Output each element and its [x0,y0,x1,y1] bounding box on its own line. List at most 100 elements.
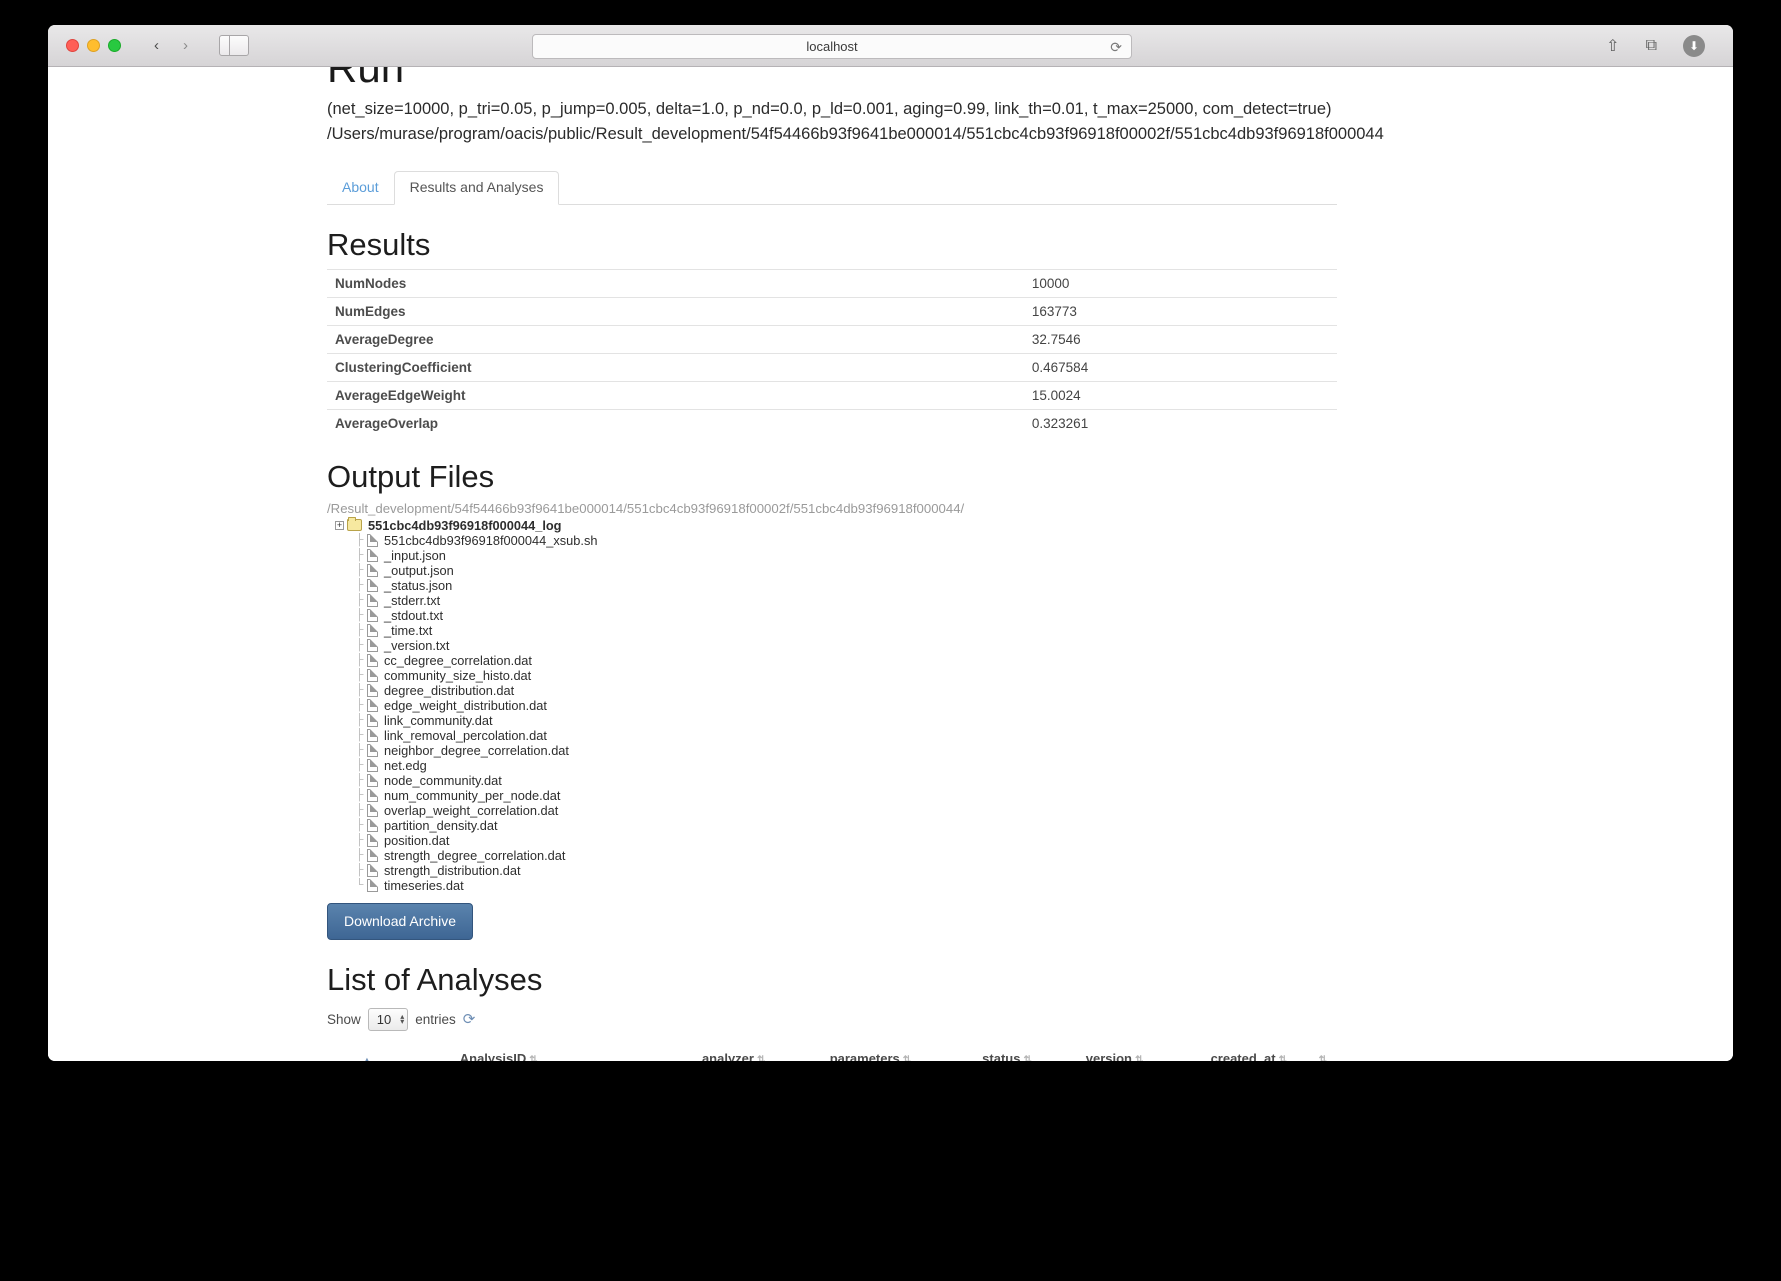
column-header-analyzer[interactable]: analyzer ⇅ [547,1044,776,1061]
tree-guide-icon: ├ [355,713,364,726]
column-header-version[interactable]: version ⇅ [1041,1044,1154,1061]
browser-titlebar: ‹ › localhost ⟳ ⇧ ⧉ ⬇ + [48,25,1733,67]
file-icon [367,638,378,652]
file-label: _input.json [384,547,446,563]
sort-asc-icon: ▲ [362,1054,372,1061]
chevron-updown-icon: ▴ ▾ [400,1012,405,1027]
tree-guide-icon: ├ [355,758,364,771]
file-tree-row[interactable]: ├ partition_density.dat [335,818,1337,833]
output-files-path: /Result_development/54f54466b93f9641be00… [327,500,965,516]
file-tree-row[interactable]: ├ edge_weight_distribution.dat [335,698,1337,713]
file-label: strength_distribution.dat [384,862,521,878]
file-icon [367,668,378,682]
forward-icon[interactable]: › [172,34,199,57]
file-tree-row[interactable]: ├ _version.txt [335,638,1337,653]
file-icon [367,608,378,622]
column-header-analysisid[interactable]: AnalysisID ⇅ [407,1044,548,1061]
file-label: link_removal_percolation.dat [384,727,547,743]
file-label: _version.txt [384,637,450,653]
file-icon [367,578,378,592]
file-tree-row[interactable]: ├ _stderr.txt [335,593,1337,608]
file-tree-row[interactable]: ├ 551cbc4db93f96918f000044_xsub.sh [335,533,1337,548]
file-tree-row[interactable]: ├ overlap_weight_correlation.dat [335,803,1337,818]
file-tree-row[interactable]: ├ node_community.dat [335,773,1337,788]
file-tree-row[interactable]: ├ strength_degree_correlation.dat [335,848,1337,863]
file-tree-row[interactable]: ├ num_community_per_node.dat [335,788,1337,803]
file-tree-row[interactable]: ├ strength_distribution.dat [335,863,1337,878]
file-tree-row[interactable]: ├ link_community.dat [335,713,1337,728]
refresh-icon[interactable]: ⟳ [463,1010,476,1028]
expand-folder-icon[interactable]: + [335,520,344,530]
file-tree-row[interactable]: ├ cc_degree_correlation.dat [335,653,1337,668]
file-tree-row[interactable]: ├ _status.json [335,578,1337,593]
file-tree-row[interactable]: ├ community_size_histo.dat [335,668,1337,683]
run-path-line: /Users/murase/program/oacis/public/Resul… [327,124,1384,143]
file-label: timeseries.dat [384,877,464,893]
tree-guide-icon: ├ [355,563,364,576]
tabs-icon[interactable]: ⧉ [1646,37,1657,55]
analyses-header-row: ▲ AnalysisID ⇅ analyzer ⇅ parameters ⇅ stat [327,1044,1337,1061]
file-tree-row[interactable]: ├ neighbor_degree_correlation.dat [335,743,1337,758]
file-icon [367,563,378,577]
back-icon[interactable]: ‹ [143,34,170,57]
file-icon [367,863,378,877]
browser-window: ‹ › localhost ⟳ ⇧ ⧉ ⬇ + Run (net_size=10… [48,25,1733,1061]
file-label: strength_degree_correlation.dat [384,847,566,863]
file-label: position.dat [384,832,450,848]
result-value: 0.467584 [1023,352,1337,382]
file-tree-row[interactable]: ├ _input.json [335,548,1337,563]
results-heading: Results [327,226,431,262]
result-value: 10000 [1023,268,1337,298]
download-archive-button[interactable]: Download Archive [327,902,474,940]
tree-guide-icon: ├ [355,533,364,546]
file-label: neighbor_degree_correlation.dat [384,742,569,758]
table-row: AverageOverlap 0.323261 [327,408,1337,437]
tree-guide-icon: ├ [355,728,364,741]
result-key: ClusteringCoefficient [327,352,1024,382]
address-bar[interactable]: localhost ⟳ [532,34,1132,59]
file-label: num_community_per_node.dat [384,787,561,803]
share-icon[interactable]: ⇧ [1606,36,1619,56]
file-tree-row[interactable]: ├ _time.txt [335,623,1337,638]
column-header-status[interactable]: status ⇅ [921,1044,1042,1061]
column-header-delete[interactable]: ⇅ [1297,1044,1337,1061]
downloads-icon[interactable]: ⬇ [1683,34,1705,57]
file-icon [367,653,378,667]
reload-icon[interactable]: ⟳ [1110,39,1122,56]
maximize-window-button[interactable] [108,39,121,52]
column-header-parameters[interactable]: parameters ⇅ [775,1044,922,1061]
file-tree-row[interactable]: └ timeseries.dat [335,878,1337,893]
result-key: AverageOverlap [327,408,1024,437]
file-tree-row[interactable]: ├ degree_distribution.dat [335,683,1337,698]
file-label: _stderr.txt [384,592,441,608]
file-icon [367,698,378,712]
sort-icon: ⇅ [756,1054,766,1061]
file-label: _stdout.txt [384,607,444,623]
column-header-created-at[interactable]: created_at ⇅ [1153,1044,1297,1061]
folder-label: 551cbc4db93f96918f000044_log [368,517,562,533]
tab-about[interactable]: About [327,172,394,204]
results-table: NumNodes 10000 NumEdges 163773 AverageDe… [327,268,1337,437]
file-icon [367,833,378,847]
file-tree-folder-row[interactable]: + 551cbc4db93f96918f000044_log [335,517,1337,533]
page-title: Run [327,67,405,91]
minimize-window-button[interactable] [87,39,100,52]
file-tree-row[interactable]: ├ net.edg [335,758,1337,773]
page-size-select[interactable]: 10 ▴ ▾ [367,1007,409,1031]
table-row: NumNodes 10000 [327,268,1337,298]
file-tree-row[interactable]: ├ _stdout.txt [335,608,1337,623]
close-window-button[interactable] [66,39,79,52]
sidebar-toggle-icon[interactable] [219,35,249,56]
file-label: cc_degree_correlation.dat [384,652,532,668]
file-icon [367,788,378,802]
file-tree-row[interactable]: ├ link_removal_percolation.dat [335,728,1337,743]
table-row: AverageDegree 32.7546 [327,324,1337,354]
output-files-heading: Output Files [327,458,495,494]
file-icon [367,713,378,727]
tab-results-and-analyses[interactable]: Results and Analyses [393,170,560,205]
file-tree-row[interactable]: ├ _output.json [335,563,1337,578]
file-tree-row[interactable]: ├ position.dat [335,833,1337,848]
page-content: Run (net_size=10000, p_tri=0.05, p_jump=… [327,67,1384,1061]
sort-icon: ⇅ [902,1054,912,1061]
column-header-select[interactable]: ▲ [327,1044,407,1061]
